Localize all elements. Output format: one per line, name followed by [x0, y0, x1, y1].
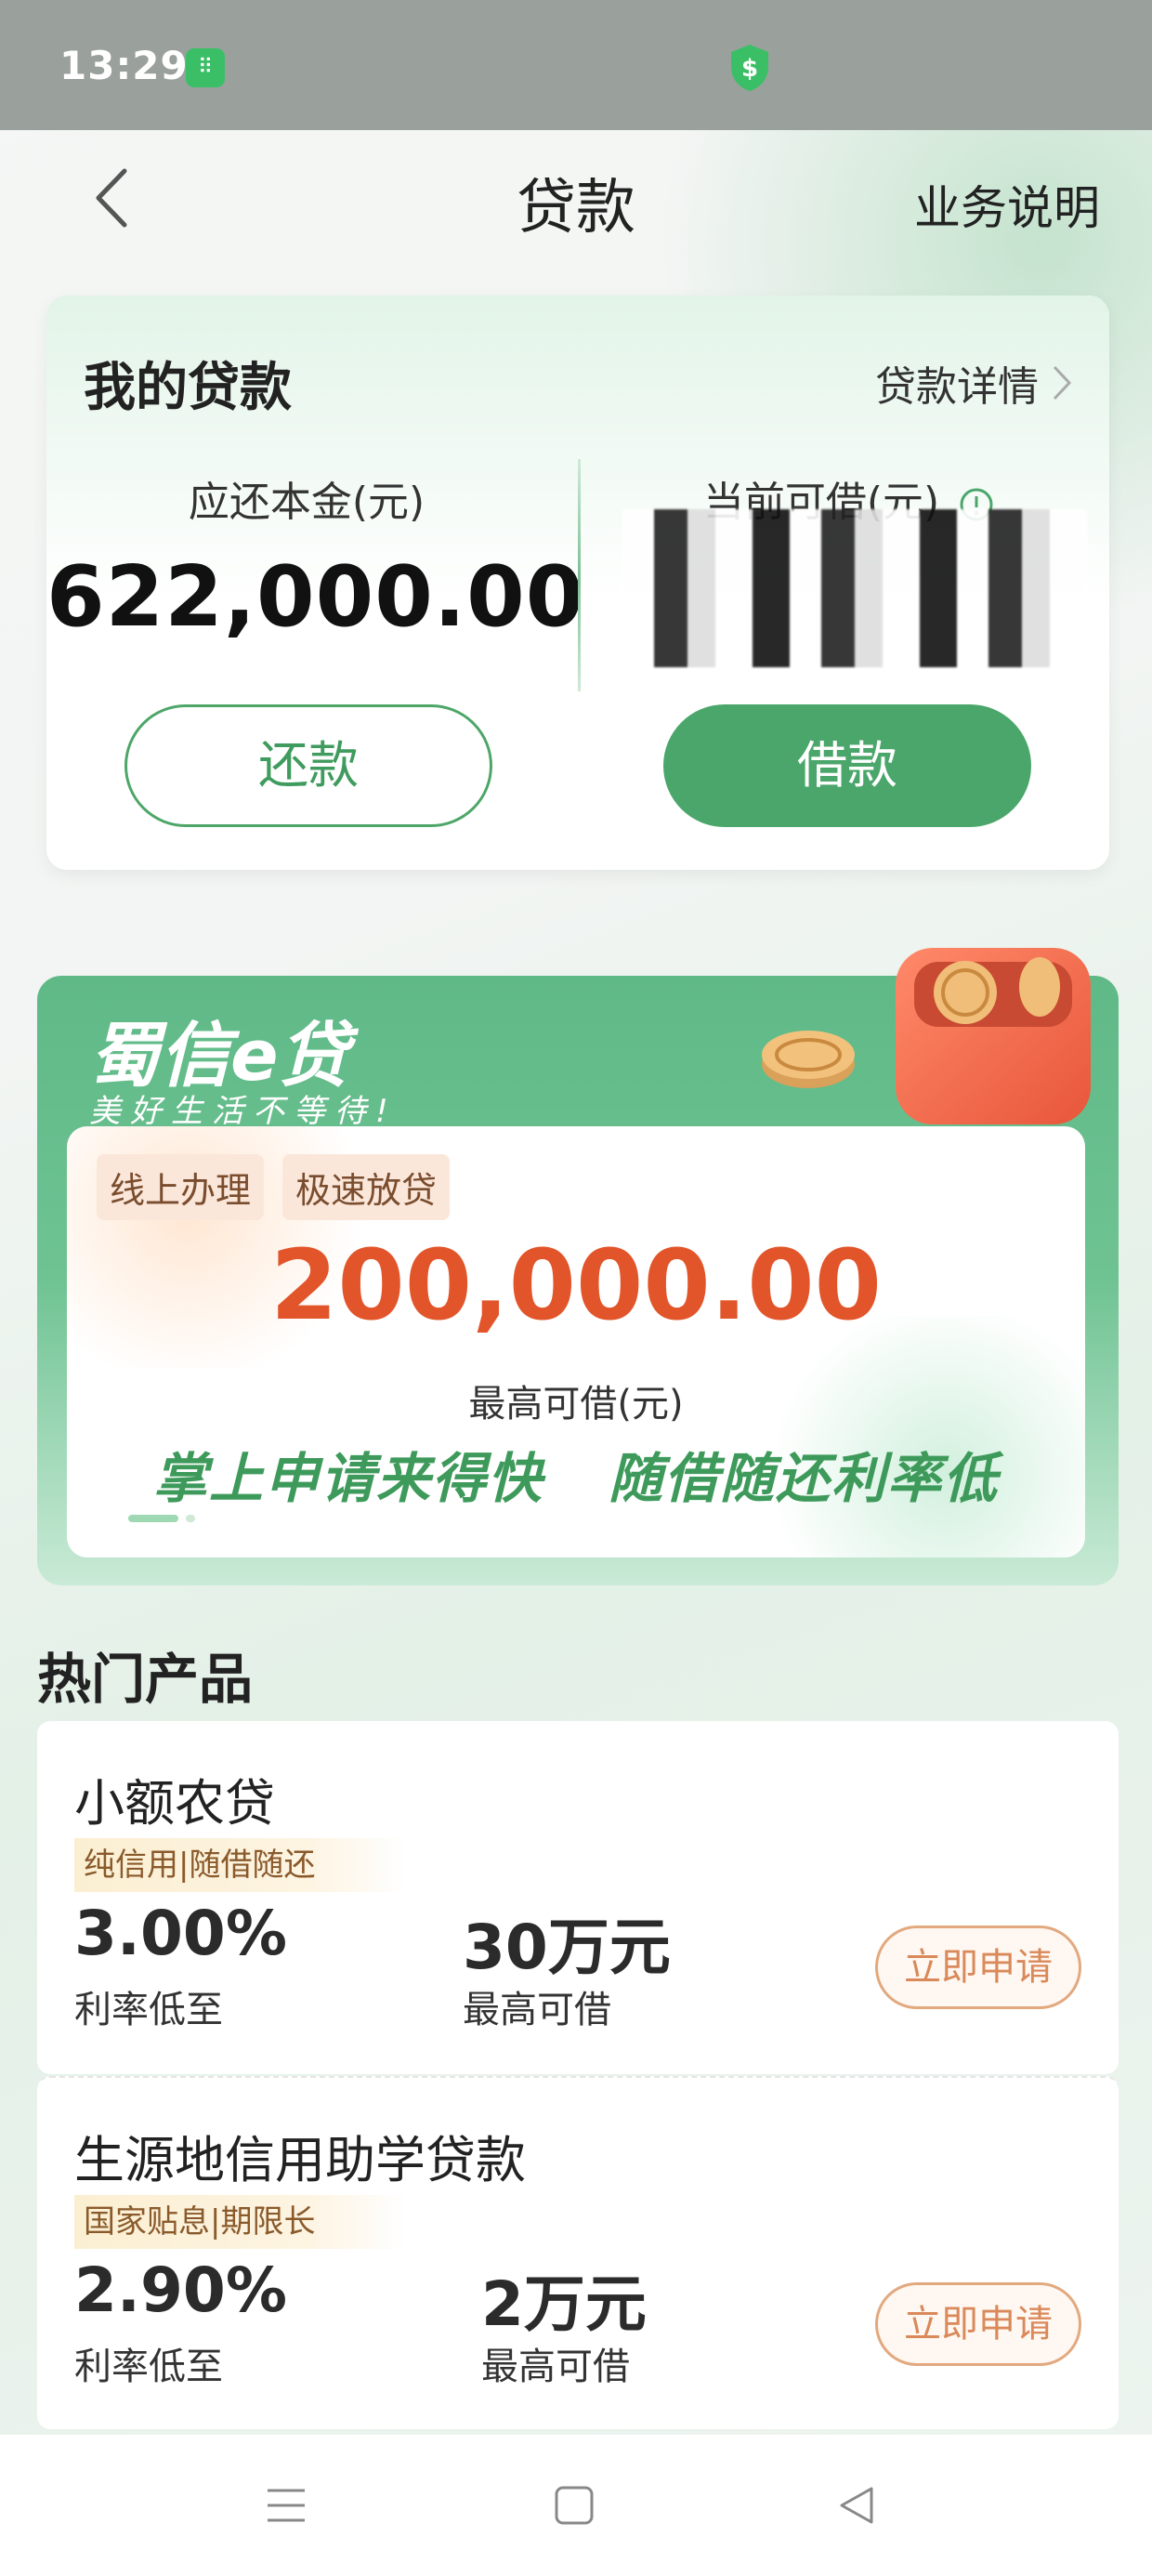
banner-feature: 随借随还利率低 — [609, 1447, 1000, 1510]
principal-amount: 622,000.00 — [46, 548, 585, 646]
carousel-dot — [186, 1515, 195, 1522]
principal-label: 应还本金(元) — [188, 479, 425, 526]
banner-max-amount: 200,000.00 — [270, 1229, 882, 1342]
carousel-indicator — [128, 1515, 195, 1522]
back-triangle-icon[interactable] — [834, 2483, 879, 2528]
my-loan-card: 我的贷款 贷款详情 应还本金(元) 622,000.00 当前可借(元) 还款 … — [46, 296, 1109, 870]
banner-tags: 线上办理 极速放贷 — [97, 1154, 451, 1220]
home-icon[interactable] — [552, 2483, 596, 2528]
product-name: 生源地信用助学贷款 — [74, 2131, 526, 2189]
loan-detail-label: 贷款详情 — [875, 363, 1039, 411]
apply-button[interactable]: 立即申请 — [875, 1925, 1081, 2009]
loan-detail-link[interactable]: 贷款详情 — [875, 353, 1072, 413]
product-max-label: 最高可借 — [481, 2346, 630, 2388]
principal-section: 应还本金(元) 622,000.00 — [46, 468, 585, 646]
product-name: 小额农贷 — [74, 1774, 275, 1833]
carousel-dot-active — [128, 1515, 178, 1522]
product-card[interactable]: 小额农贷 纯信用|随借随还 3.00% 利率低至 30万元 最高可借 立即申请 — [37, 1721, 1119, 2074]
banner-slogan: 美好生活不等待! — [89, 1093, 398, 1130]
banner-features: 掌上申请来得快 随借随还利率低 — [67, 1435, 1085, 1513]
hot-products-title: 热门产品 — [37, 1648, 254, 1711]
status-time: 13:29 — [59, 43, 189, 88]
repay-button[interactable]: 还款 — [124, 704, 492, 827]
banner-tag: 极速放贷 — [282, 1154, 451, 1220]
top-nav: 贷款 业务说明 — [0, 130, 1152, 269]
product-max-amount: 2万元 — [481, 2268, 647, 2340]
business-description-link[interactable]: 业务说明 — [914, 171, 1100, 238]
product-rate-label: 利率低至 — [74, 2346, 223, 2388]
product-max-label: 最高可借 — [463, 1989, 611, 2031]
product-rate: 3.00% — [74, 1898, 287, 1969]
promo-banner[interactable]: 蜀信e贷 美好生活不等待! 线上办理 极速放贷 200,000.00 最高可借(… — [37, 948, 1119, 1585]
dollar-shield-icon: $ — [731, 45, 768, 91]
system-nav-bar — [0, 2435, 1152, 2576]
product-rate-label: 利率低至 — [74, 1989, 223, 2031]
banner-tag: 线上办理 — [97, 1154, 265, 1220]
coin-icon — [762, 1031, 855, 1088]
menu-icon[interactable] — [264, 2483, 308, 2528]
product-card[interactable]: 生源地信用助学贷款 国家贴息|期限长 2.90% 利率低至 2万元 最高可借 立… — [37, 2076, 1119, 2429]
product-max-amount: 30万元 — [463, 1912, 671, 1983]
product-rate: 2.90% — [74, 2254, 287, 2326]
divider — [578, 459, 581, 691]
product-tag: 纯信用|随借随还 — [74, 1838, 409, 1892]
banner-feature: 掌上申请来得快 — [152, 1447, 543, 1510]
apply-button[interactable]: 立即申请 — [875, 2282, 1081, 2366]
redacted-mosaic — [622, 509, 1087, 667]
banner-amount-label: 最高可借(元) — [468, 1383, 684, 1426]
banner-card: 线上办理 极速放贷 200,000.00 最高可借(元) 掌上申请来得快 随借随… — [67, 1126, 1085, 1557]
my-loan-title: 我的贷款 — [84, 358, 292, 418]
status-bar: 13:29 ⠿ $ — [0, 0, 1152, 130]
product-tag: 国家贴息|期限长 — [74, 2195, 409, 2249]
product-list: 小额农贷 纯信用|随借随还 3.00% 利率低至 30万元 最高可借 立即申请 … — [37, 1721, 1119, 2431]
gift-box-icon — [896, 948, 1091, 1124]
borrow-button[interactable]: 借款 — [663, 704, 1031, 827]
svg-text:$: $ — [741, 55, 758, 83]
app-notification-icon: ⠿ — [186, 48, 225, 87]
chevron-right-icon — [1053, 365, 1072, 401]
